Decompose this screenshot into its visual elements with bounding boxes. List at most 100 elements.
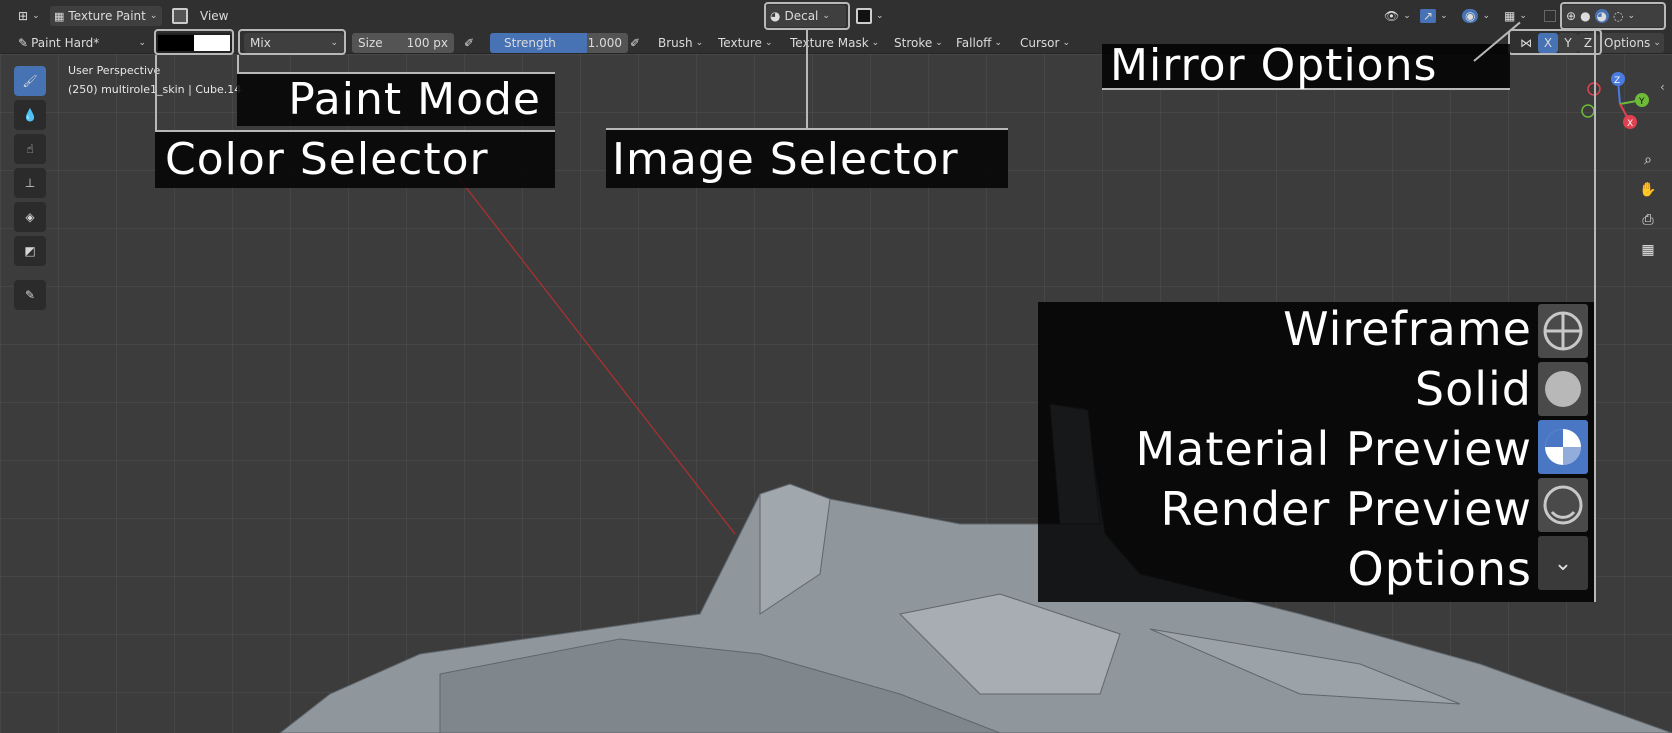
- brush-icon: ✎: [18, 36, 29, 50]
- menu-falloff[interactable]: Falloff ⌄: [950, 33, 1008, 53]
- svg-text:X: X: [1627, 119, 1633, 129]
- checker-icon: ▦: [54, 9, 65, 23]
- chevron-down-icon: ⌄: [935, 38, 943, 48]
- xray-icon: [1544, 10, 1556, 22]
- chevron-down-icon: ⌄: [871, 38, 880, 48]
- zoom-icon[interactable]: ⌕: [1636, 148, 1660, 172]
- solid-shading-button[interactable]: [1538, 362, 1588, 416]
- x-axis-line: [439, 153, 736, 535]
- editor-type-icon: ⊞: [18, 9, 29, 23]
- checker-icon: ▦: [1504, 9, 1516, 23]
- strength-pressure-toggle[interactable]: ✐: [630, 33, 640, 53]
- chevron-down-icon: ⌄: [695, 38, 704, 48]
- chevron-down-icon: ⌄: [1553, 550, 1573, 576]
- tool-fill[interactable]: ◈: [14, 202, 46, 232]
- bucket-icon: ◈: [25, 210, 35, 224]
- shading-options-button[interactable]: ⌄: [1538, 536, 1588, 590]
- chevron-down-icon: ⌄: [876, 11, 884, 21]
- chevron-down-icon: ⌄: [1062, 38, 1070, 48]
- chevron-down-icon: ⌄: [994, 38, 1002, 48]
- chevron-down-icon: ⌄: [1482, 11, 1491, 21]
- mode-selector[interactable]: ▦ Texture Paint ⌄: [50, 6, 162, 26]
- chevron-down-icon: ⌄: [32, 11, 40, 21]
- mirror-options-highlight: [1508, 29, 1602, 55]
- perspective-grid-icon[interactable]: ▦: [1636, 238, 1660, 262]
- annotate-icon: ✎: [24, 288, 36, 302]
- shading-group-highlight: [1560, 2, 1666, 30]
- chevron-down-icon: ⌄: [1440, 11, 1448, 21]
- drop-icon: 💧: [22, 108, 38, 122]
- material-preview-button[interactable]: [1538, 420, 1588, 474]
- menu-texture-mask[interactable]: Texture Mask ⌄: [784, 33, 885, 53]
- pan-hand-icon[interactable]: ✋: [1636, 178, 1660, 202]
- annotation-render-preview: Render Preview: [1160, 482, 1532, 536]
- gizmo-icon: ↗: [1420, 9, 1437, 23]
- tool-soften[interactable]: 💧: [14, 100, 46, 130]
- chevron-down-icon: ⌄: [1653, 38, 1661, 48]
- paint-mode-connector: [237, 55, 239, 73]
- annotation-wireframe: Wireframe: [1283, 302, 1532, 356]
- menu-stroke[interactable]: Stroke ⌄: [888, 33, 949, 53]
- brush-selector[interactable]: ✎ Paint Hard* ⌄: [12, 33, 152, 53]
- mask-tool-icon: ◩: [24, 244, 36, 258]
- eye-icon: 👁: [1384, 9, 1400, 23]
- wireframe-shading-icon: [1543, 311, 1583, 351]
- viewport-perspective-label: User Perspective: [68, 64, 161, 77]
- mask-icon: [856, 8, 872, 24]
- brush-icon: 🖌: [22, 74, 38, 88]
- pen-pressure-icon: ✐: [630, 36, 641, 50]
- annotation-image-selector: Image Selector: [606, 128, 1008, 188]
- tool-clone[interactable]: ⊥: [14, 168, 46, 198]
- tool-annotate[interactable]: ✎: [14, 280, 46, 310]
- render-preview-button[interactable]: [1538, 478, 1588, 532]
- paint-mode-highlight: [238, 29, 346, 55]
- overlay-icon: ◉: [1462, 9, 1479, 23]
- menu-brush[interactable]: Brush ⌄: [652, 33, 709, 53]
- chevron-down-icon: ⌄: [1519, 11, 1527, 21]
- sidebar-toggle-icon[interactable]: ‹: [1660, 80, 1665, 94]
- menu-cursor[interactable]: Cursor ⌄: [1014, 33, 1076, 53]
- annotation-options: Options: [1347, 542, 1532, 596]
- camera-icon[interactable]: ⎙: [1636, 208, 1660, 232]
- options-dropdown[interactable]: Options ⌄: [1598, 33, 1664, 53]
- size-pressure-toggle[interactable]: ✐: [464, 33, 474, 53]
- chevron-down-icon: ⌄: [764, 38, 773, 48]
- color-selector-connector: [155, 55, 157, 131]
- annotation-solid: Solid: [1414, 362, 1532, 416]
- chevron-down-icon: ⌄: [1403, 11, 1411, 21]
- shading-connector: [1594, 30, 1596, 602]
- visibility-dropdown[interactable]: 👁 ⌄: [1380, 6, 1415, 26]
- canvas-toggle[interactable]: [168, 6, 192, 26]
- orientation-gizmo[interactable]: Z Y X: [1580, 70, 1660, 140]
- paint-overlay-dropdown[interactable]: ▦ ⌄: [1500, 6, 1531, 26]
- annotation-paint-mode: Paint Mode: [237, 72, 555, 126]
- brush-mask-toggle[interactable]: ⌄: [852, 6, 888, 26]
- image-selector-connector: [806, 30, 808, 130]
- wireframe-shading-button[interactable]: [1538, 304, 1588, 358]
- color-selector-highlight: [154, 29, 234, 55]
- render-preview-icon: [1543, 485, 1583, 525]
- gizmo-toggle[interactable]: ↗ ⌄: [1416, 6, 1452, 26]
- menu-texture[interactable]: Texture ⌄: [712, 33, 778, 53]
- editor-type-selector[interactable]: ⊞ ⌄: [14, 6, 44, 26]
- tool-mask[interactable]: ◩: [14, 236, 46, 266]
- size-field[interactable]: Size 100 px: [352, 33, 454, 53]
- xray-toggle[interactable]: [1540, 6, 1560, 26]
- annotation-color-selector: Color Selector: [155, 130, 555, 188]
- chevron-down-icon: ⌄: [138, 38, 146, 48]
- menu-view[interactable]: View: [196, 6, 232, 26]
- mode-label: Texture Paint: [68, 9, 146, 23]
- tool-smear[interactable]: ☝: [14, 134, 46, 164]
- material-preview-icon: [1545, 429, 1581, 465]
- chevron-down-icon: ⌄: [149, 11, 158, 21]
- strength-field[interactable]: Strength 1.000: [490, 33, 628, 53]
- svg-text:Y: Y: [1638, 97, 1645, 107]
- annotation-material-preview: Material Preview: [1135, 422, 1532, 476]
- smear-icon: ☝: [26, 142, 34, 156]
- svg-text:Z: Z: [1614, 76, 1620, 86]
- overlay-toggle[interactable]: ◉ ⌄: [1458, 6, 1494, 26]
- tool-draw[interactable]: 🖌: [14, 66, 46, 96]
- pen-pressure-icon: ✐: [464, 36, 475, 50]
- annotation-mirror-options: Mirror Options: [1102, 44, 1510, 90]
- stamp-icon: ⊥: [24, 176, 36, 190]
